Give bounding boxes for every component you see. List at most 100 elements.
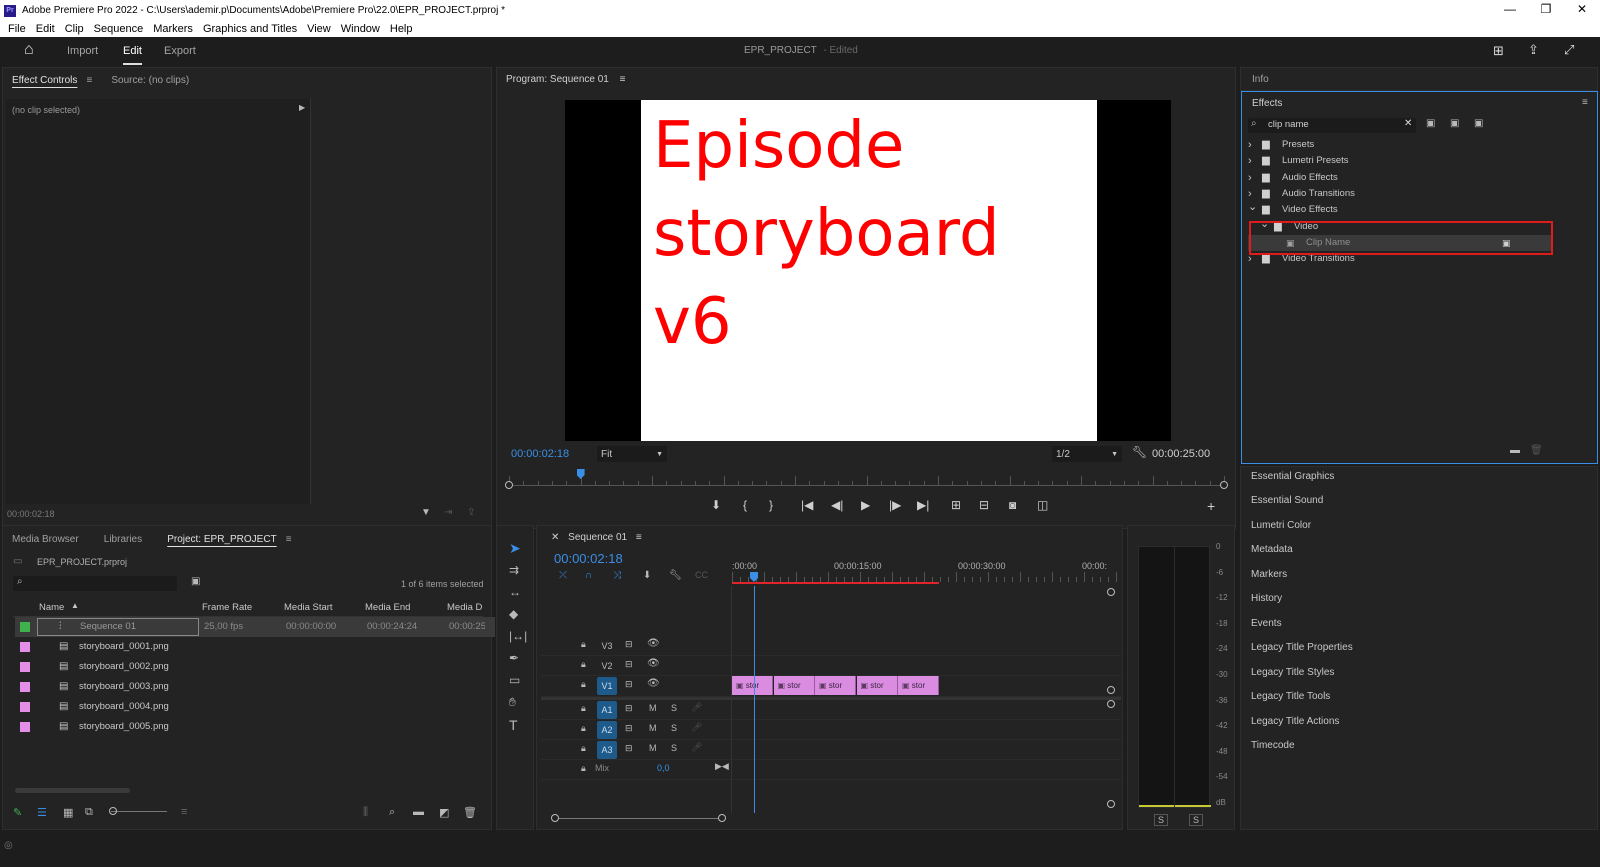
lock-icon[interactable]: 🔒︎	[581, 723, 586, 734]
maximize-icon[interactable]: ❐	[1528, 0, 1564, 18]
eye-icon[interactable]: 👁︎	[647, 638, 660, 649]
track-label-v1[interactable]: V1	[597, 677, 617, 695]
effects-tree-item[interactable]: › ▆ Audio Effects	[1248, 170, 1552, 186]
lock-icon[interactable]: 🔒︎	[581, 703, 586, 714]
solo-right-button[interactable]: S	[1189, 814, 1204, 826]
scrubber-end-handle[interactable]	[1220, 481, 1228, 489]
timeline-settings-icon[interactable]: 🔧︎	[669, 570, 682, 581]
column-media-duration[interactable]: Media D	[447, 602, 482, 613]
track-label-v2[interactable]: V2	[597, 657, 617, 675]
sequence-menu-icon[interactable]: ≡	[636, 532, 642, 543]
play-button[interactable]: ▶	[861, 498, 870, 512]
vertical-scroll-handle[interactable]	[1107, 800, 1115, 808]
label-color-swatch[interactable]	[20, 702, 30, 712]
list-view-icon[interactable]: ☰	[37, 806, 47, 819]
label-color-swatch[interactable]	[20, 682, 30, 692]
project-menu-icon[interactable]: ≡	[286, 534, 292, 545]
menu-window[interactable]: Window	[341, 23, 380, 35]
tab-project[interactable]: Project: EPR_PROJECT	[167, 534, 276, 545]
fullscreen-icon[interactable]: ⤢	[1564, 42, 1574, 58]
yuv-effects-icon[interactable]: ▣	[1474, 118, 1483, 129]
sort-ascending-icon[interactable]: ▲	[71, 601, 79, 610]
project-row[interactable]: ▤ storyboard_0001.png	[15, 637, 495, 657]
expand-arrow-icon[interactable]: ▶	[299, 103, 305, 112]
panel-legacy-title-tools[interactable]: Legacy Title Tools	[1251, 691, 1330, 702]
column-frame-rate[interactable]: Frame Rate	[202, 602, 252, 613]
ripple-edit-tool-icon[interactable]: ↔	[509, 585, 521, 599]
automate-to-sequence-icon[interactable]: ⫼	[363, 806, 368, 819]
project-search-input[interactable]: ⌕	[13, 576, 177, 591]
lock-icon[interactable]: 🔒︎	[581, 763, 586, 774]
timeline-clip[interactable]: ▣ stor	[856, 676, 898, 695]
accelerated-effects-icon[interactable]: ▣	[1426, 118, 1435, 129]
minimize-icon[interactable]: —	[1492, 0, 1528, 18]
chevron-right-icon[interactable]: ›	[1248, 153, 1252, 169]
timeline-clip[interactable]: ▣ stor	[732, 676, 773, 695]
quick-export-icon[interactable]: ⊞	[1493, 43, 1504, 59]
find-icon[interactable]: ⌕	[389, 806, 395, 819]
add-marker-button[interactable]: ⬇	[711, 498, 721, 512]
new-bin-button-icon[interactable]: ▬	[413, 806, 424, 818]
filter-icon[interactable]: ▼	[421, 507, 431, 518]
type-tool-icon[interactable]: T	[509, 717, 518, 733]
vertical-scroll-handle[interactable]	[1107, 588, 1115, 596]
label-color-swatch[interactable]	[20, 642, 30, 652]
panel-essential-sound[interactable]: Essential Sound	[1251, 495, 1323, 506]
label-color-swatch[interactable]	[20, 622, 30, 632]
menu-edit[interactable]: Edit	[36, 23, 55, 35]
tab-effect-controls[interactable]: Effect Controls	[12, 75, 77, 86]
effects-tree-item[interactable]: ⌄ ▆ Video Effects	[1248, 201, 1552, 218]
sync-lock-icon[interactable]: ⊟	[625, 743, 633, 754]
lift-button[interactable]: ⊞	[951, 498, 961, 512]
tab-program[interactable]: Program: Sequence 01	[506, 74, 609, 85]
eye-icon[interactable]: 👁︎	[647, 658, 660, 669]
effects-search-input[interactable]: ⌕ clip name ✕	[1248, 118, 1416, 133]
timeline-clip[interactable]: ▣ stor	[815, 676, 856, 695]
effects-tree-item[interactable]: › ▆ Presets	[1248, 137, 1552, 153]
zoom-end-handle[interactable]	[718, 814, 726, 822]
mark-out-button[interactable]: }	[769, 498, 773, 512]
chevron-right-icon[interactable]: ›	[1248, 170, 1252, 186]
go-to-out-button[interactable]: ▶|	[917, 498, 929, 512]
go-to-in-button[interactable]: |◀	[801, 498, 813, 512]
export-frame-button[interactable]: ◙	[1009, 498, 1016, 512]
eye-icon[interactable]: 👁︎	[647, 678, 660, 689]
vertical-scroll-handle[interactable]	[1107, 700, 1115, 708]
slip-tool-icon[interactable]: |↔|	[509, 629, 527, 643]
mute-button[interactable]: M	[649, 723, 657, 733]
track-label-a3[interactable]: A3	[597, 741, 617, 759]
lock-icon[interactable]: 🔒︎	[581, 659, 586, 670]
project-row[interactable]: ▤ storyboard_0004.png	[15, 697, 495, 717]
track-label-a1[interactable]: A1	[597, 701, 617, 719]
menu-clip[interactable]: Clip	[65, 23, 84, 35]
tab-import[interactable]: Import	[67, 45, 98, 57]
panel-lumetri-color[interactable]: Lumetri Color	[1251, 520, 1311, 531]
scrubber-start-handle[interactable]	[505, 481, 513, 489]
trash-icon[interactable]: 🗑︎	[463, 806, 477, 819]
fit-dropdown[interactable]: Fit ▼	[597, 446, 667, 462]
hand-tool-icon[interactable]: ✋︎	[509, 695, 516, 710]
menu-markers[interactable]: Markers	[153, 23, 193, 35]
menu-file[interactable]: File	[8, 23, 26, 35]
solo-button[interactable]: S	[671, 743, 677, 753]
mute-button[interactable]: M	[649, 743, 657, 753]
timeline-ruler[interactable]: :00:00 00:00:15:00 00:00:30:00 00:00:	[732, 556, 1117, 586]
panel-essential-graphics[interactable]: Essential Graphics	[1251, 471, 1334, 482]
tab-info[interactable]: Info	[1252, 74, 1269, 85]
zoom-slider-handle[interactable]	[109, 807, 117, 815]
timeline-timecode[interactable]: 00:00:02:18	[554, 551, 623, 566]
button-editor-button[interactable]: +	[1207, 498, 1215, 514]
go-to-next-edit-icon[interactable]: ▶◀	[715, 761, 729, 772]
panel-legacy-title-styles[interactable]: Legacy Title Styles	[1251, 667, 1334, 678]
pencil-icon[interactable]: ✎	[13, 806, 22, 819]
effects-menu-icon[interactable]: ≡	[1582, 97, 1588, 108]
project-horizontal-scrollbar[interactable]	[15, 788, 130, 793]
solo-left-button[interactable]: S	[1154, 814, 1169, 826]
close-icon[interactable]: ✕	[1564, 0, 1600, 18]
share-icon[interactable]: ⇪	[1528, 42, 1539, 58]
menu-sequence[interactable]: Sequence	[94, 23, 144, 35]
rectangle-tool-icon[interactable]: ▭	[509, 673, 520, 687]
column-media-start[interactable]: Media Start	[284, 602, 333, 613]
lock-icon[interactable]: 🔒︎	[581, 743, 586, 754]
program-timecode[interactable]: 00:00:02:18	[511, 448, 569, 460]
